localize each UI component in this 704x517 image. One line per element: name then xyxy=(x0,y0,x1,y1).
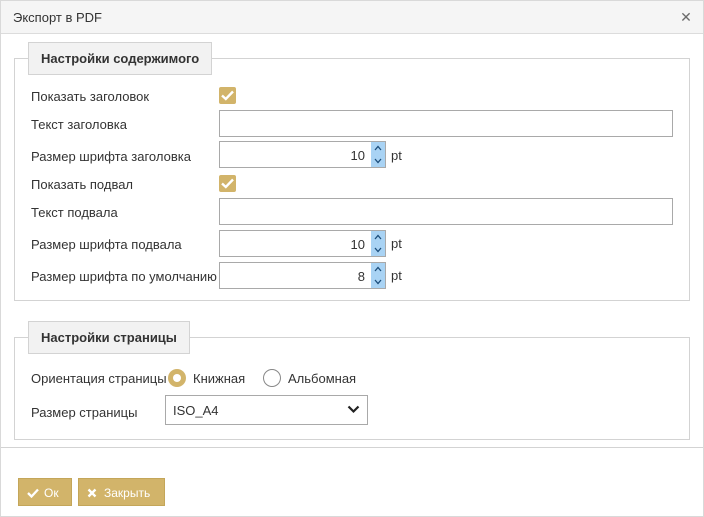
increment-button[interactable] xyxy=(371,263,385,275)
orientation-label: Ориентация страницы xyxy=(31,371,167,386)
chevron-up-icon xyxy=(374,234,382,240)
footer-text-label: Текст подвала xyxy=(31,205,118,220)
header-font-size-label: Размер шрифта заголовка xyxy=(31,149,191,164)
footer-divider xyxy=(1,447,703,448)
spinner-buttons xyxy=(371,231,385,256)
chevron-down-icon xyxy=(374,247,382,253)
default-font-size-value: 8 xyxy=(357,269,365,284)
page-settings-legend: Настройки страницы xyxy=(28,321,190,354)
footer-font-size-unit: pt xyxy=(391,236,402,251)
dialog-title: Экспорт в PDF xyxy=(13,10,102,25)
close-icon[interactable]: ✕ xyxy=(679,10,693,24)
check-icon xyxy=(221,178,234,189)
check-icon xyxy=(221,90,234,101)
page-size-label: Размер страницы xyxy=(31,405,138,420)
chevron-up-icon xyxy=(374,145,382,151)
default-font-size-unit: pt xyxy=(391,268,402,283)
export-pdf-dialog: Экспорт в PDF ✕ Настройки содержимого По… xyxy=(0,0,704,517)
decrement-button[interactable] xyxy=(371,276,385,288)
increment-button[interactable] xyxy=(371,231,385,243)
show-header-label: Показать заголовок xyxy=(31,89,150,104)
chevron-up-icon xyxy=(374,266,382,272)
header-font-size-unit: pt xyxy=(391,148,402,163)
header-font-size-stepper[interactable]: 10 xyxy=(219,141,386,168)
ok-button[interactable]: Ок xyxy=(18,478,72,506)
close-icon xyxy=(87,488,97,498)
show-footer-checkbox[interactable] xyxy=(219,175,236,192)
footer-font-size-label: Размер шрифта подвала xyxy=(31,237,182,252)
chevron-down-icon xyxy=(374,279,382,285)
show-header-checkbox[interactable] xyxy=(219,87,236,104)
content-settings-legend: Настройки содержимого xyxy=(28,42,213,75)
orientation-landscape-label[interactable]: Альбомная xyxy=(288,371,356,386)
footer-font-size-value: 10 xyxy=(350,237,365,252)
dialog-titlebar: Экспорт в PDF ✕ xyxy=(1,1,703,34)
header-font-size-value: 10 xyxy=(350,148,365,163)
orientation-landscape-radio[interactable] xyxy=(263,369,281,387)
orientation-portrait-label[interactable]: Книжная xyxy=(193,371,245,386)
chevron-down-icon xyxy=(374,158,382,164)
default-font-size-stepper[interactable]: 8 xyxy=(219,262,386,289)
check-icon xyxy=(27,488,39,498)
decrement-button[interactable] xyxy=(371,244,385,256)
increment-button[interactable] xyxy=(371,142,385,154)
close-button-label: Закрыть xyxy=(104,486,151,500)
footer-text-input[interactable] xyxy=(219,198,673,225)
page-size-select[interactable]: ISO_A4 xyxy=(165,395,368,425)
ok-button-label: Ок xyxy=(44,486,59,500)
chevron-down-icon xyxy=(347,405,360,414)
footer-font-size-stepper[interactable]: 10 xyxy=(219,230,386,257)
close-button[interactable]: Закрыть xyxy=(78,478,165,506)
spinner-buttons xyxy=(371,142,385,167)
show-footer-label: Показать подвал xyxy=(31,177,134,192)
decrement-button[interactable] xyxy=(371,155,385,167)
spinner-buttons xyxy=(371,263,385,288)
orientation-portrait-radio[interactable] xyxy=(168,369,186,387)
page-size-value: ISO_A4 xyxy=(173,403,219,418)
default-font-size-label: Размер шрифта по умолчанию xyxy=(31,269,217,284)
header-text-input[interactable] xyxy=(219,110,673,137)
header-text-label: Текст заголовка xyxy=(31,117,128,132)
